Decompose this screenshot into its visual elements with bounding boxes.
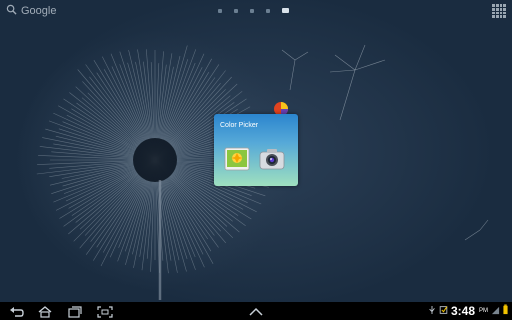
recent-apps-icon[interactable] bbox=[67, 305, 83, 318]
clock-ampm: PM bbox=[479, 308, 488, 314]
screenshot-icon[interactable] bbox=[97, 305, 113, 318]
back-icon[interactable] bbox=[9, 305, 25, 317]
system-navigation-bar: 3:48 PM bbox=[0, 302, 512, 320]
clock-time: 3:48 bbox=[450, 304, 475, 318]
page-indicator bbox=[218, 8, 289, 13]
folder-title: Color Picker bbox=[220, 122, 259, 129]
notification-icon bbox=[439, 302, 448, 320]
usb-icon bbox=[428, 302, 436, 320]
menu-up-icon[interactable] bbox=[248, 305, 264, 317]
battery-icon bbox=[503, 302, 508, 320]
page-dot-active bbox=[282, 8, 289, 13]
folder-apps bbox=[224, 146, 285, 172]
status-area[interactable]: 3:48 PM bbox=[428, 304, 508, 318]
search-icon bbox=[6, 4, 17, 18]
page-dot bbox=[218, 8, 222, 13]
signal-icon bbox=[491, 302, 500, 320]
camera-icon[interactable] bbox=[259, 146, 285, 172]
page-dot bbox=[250, 8, 254, 13]
search-label: Google bbox=[21, 5, 57, 17]
page-dot bbox=[266, 8, 270, 13]
page-dot bbox=[234, 8, 238, 13]
apps-grid-icon[interactable] bbox=[492, 4, 506, 18]
folder-popup: Color Picker bbox=[214, 114, 298, 186]
gallery-icon[interactable] bbox=[224, 146, 250, 172]
home-icon[interactable] bbox=[37, 305, 53, 318]
google-search-bar[interactable]: Google bbox=[6, 4, 56, 18]
